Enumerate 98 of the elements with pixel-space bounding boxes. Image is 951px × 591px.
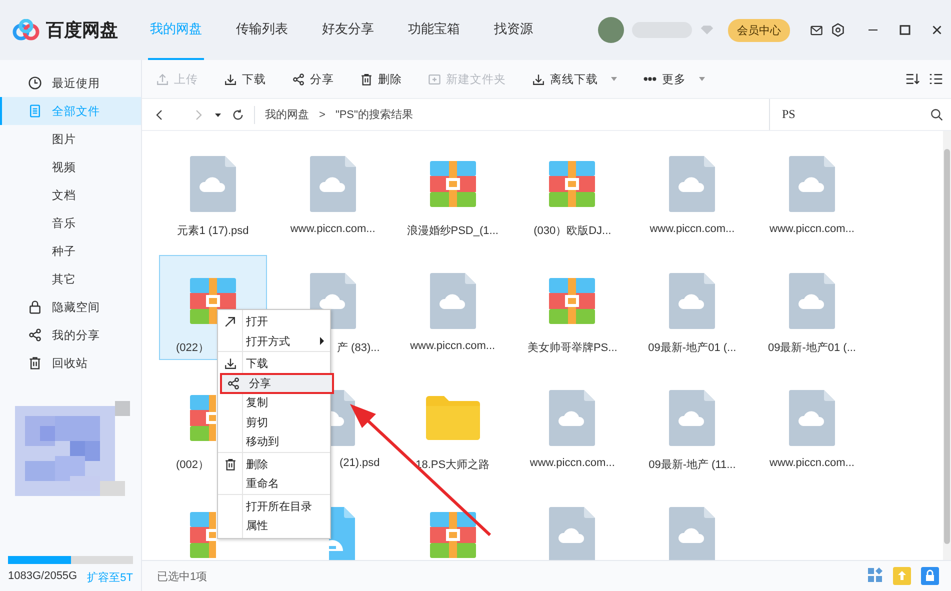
search-icon[interactable]: [930, 108, 943, 121]
menu-item[interactable]: 剪切: [218, 412, 330, 432]
grid-view-icon[interactable]: [867, 567, 883, 583]
cloud-file-icon: [669, 156, 716, 212]
arrow-icon: [223, 314, 237, 329]
toolbar-button[interactable]: 离线下载: [532, 72, 617, 86]
file-name[interactable]: 09最新-地产01 (...: [768, 340, 856, 355]
clock-icon: [28, 76, 42, 90]
menu-item[interactable]: 重命名: [218, 474, 330, 494]
menu-item[interactable]: 移动到: [218, 432, 330, 452]
menu-item[interactable]: 打开方式: [218, 332, 330, 352]
breadcrumb-item[interactable]: "PS"的搜索结果: [335, 107, 413, 122]
toolbar-button[interactable]: 分享: [292, 72, 334, 86]
cloud-file-icon: [310, 156, 356, 212]
archive-icon: [549, 278, 596, 324]
avatar[interactable]: [598, 17, 624, 43]
menu-item[interactable]: 属性: [218, 516, 330, 536]
cloud-file-icon: [190, 156, 236, 212]
download-icon: [224, 357, 236, 370]
file-name[interactable]: 09最新-地产 (11...: [648, 457, 736, 472]
sidebar-item[interactable]: 种子: [0, 237, 141, 265]
trash-icon: [28, 356, 42, 370]
sidebar-item[interactable]: 我的分享: [0, 321, 141, 349]
archive-icon: [430, 512, 476, 558]
upload-icon: [156, 72, 169, 86]
nav-tab[interactable]: 好友分享: [320, 0, 376, 60]
sidebar-item[interactable]: 其它: [0, 265, 141, 293]
vip-center-button[interactable]: 会员中心: [728, 18, 790, 42]
menu-item[interactable]: 复制: [218, 393, 330, 412]
cloud-file-icon: [669, 390, 716, 446]
sidebar-item[interactable]: 文档: [0, 181, 141, 209]
cloud-file-icon: [669, 273, 716, 329]
lock-icon: [28, 300, 42, 314]
file-name[interactable]: (022）: [160, 340, 210, 355]
nav-tab[interactable]: 找资源: [492, 0, 535, 60]
cloud-file-icon: [430, 273, 476, 329]
file-name[interactable]: www.piccn.com...: [770, 223, 854, 235]
trash-icon: [224, 458, 236, 471]
archive-icon: [430, 161, 476, 207]
file-name[interactable]: 美女帅哥举牌PS...: [527, 340, 618, 355]
folder-icon: [426, 396, 480, 440]
file-name[interactable]: 元素1 (17).psd: [177, 223, 249, 238]
file-name[interactable]: (002）: [160, 457, 210, 472]
breadcrumb-separator: >: [319, 108, 326, 120]
share-icon: [226, 376, 240, 390]
folder-plus-icon: [428, 72, 441, 86]
file-name[interactable]: www.piccn.com...: [410, 340, 496, 352]
cloud-file-icon: [788, 156, 835, 212]
file-name[interactable]: 09最新-地产01 (...: [648, 340, 736, 355]
sort-icon[interactable]: [905, 72, 920, 86]
cloud-file-icon: [788, 273, 835, 329]
archive-icon: [549, 161, 596, 207]
file-name[interactable]: 浪漫婚纱PSD_(1...: [406, 223, 498, 238]
file-name[interactable]: www.piccn.com...: [770, 457, 854, 469]
mail-icon[interactable]: [810, 24, 823, 36]
toolbar-button[interactable]: 删除: [360, 72, 402, 86]
storage-usage: 1083G/2055G: [8, 570, 78, 584]
file-name[interactable]: www.piccn.com...: [650, 223, 735, 235]
file-name[interactable]: (030）欧版DJ...: [534, 223, 612, 238]
download-icon: [532, 72, 545, 86]
sidebar-item[interactable]: 图片: [0, 125, 141, 153]
sidebar-item[interactable]: 音乐: [0, 209, 141, 237]
refresh-icon[interactable]: [232, 108, 244, 120]
sidebar-item[interactable]: 回收站: [0, 349, 141, 377]
app-logo-text: 百度网盘: [46, 19, 118, 42]
download-icon: [224, 72, 237, 86]
file-name[interactable]: 产 (83)...: [337, 340, 386, 355]
cloud-logo-icon: [12, 19, 40, 41]
breadcrumb-item[interactable]: 我的网盘: [265, 107, 309, 122]
toolbar-button[interactable]: 下载: [224, 72, 266, 86]
file-name[interactable]: (21).psd: [339, 457, 386, 469]
lock-icon[interactable]: [921, 567, 939, 585]
menu-item[interactable]: 打开: [218, 312, 330, 332]
share-icon: [292, 72, 305, 86]
menu-item[interactable]: 分享: [221, 374, 333, 393]
share-icon: [28, 328, 42, 342]
file-name[interactable]: www.piccn.com...: [290, 223, 376, 235]
nav-tab[interactable]: 功能宝箱: [406, 0, 462, 60]
maximize-icon[interactable]: [899, 24, 911, 36]
toolbar-button[interactable]: 更多: [643, 72, 705, 86]
settings-icon[interactable]: [831, 23, 845, 37]
cloud-file-icon: [549, 390, 596, 446]
selection-status: 已选中1项: [157, 570, 208, 584]
close-icon[interactable]: [931, 24, 943, 36]
sidebar-item[interactable]: 最近使用: [0, 69, 141, 97]
search-field[interactable]: PS: [780, 106, 930, 123]
list-view-icon[interactable]: [929, 72, 943, 86]
trash-icon: [360, 72, 373, 86]
sidebar-item[interactable]: 视频: [0, 153, 141, 181]
menu-item[interactable]: 下载: [218, 354, 330, 374]
document-icon: [28, 104, 42, 118]
caret-icon[interactable]: [214, 110, 222, 118]
file-name[interactable]: www.piccn.com...: [530, 457, 615, 469]
nav-tab[interactable]: 传输列表: [234, 0, 290, 60]
cloud-file-icon: [788, 390, 835, 446]
sidebar-item[interactable]: 隐藏空间: [0, 293, 141, 321]
menu-item[interactable]: 打开所在目录: [218, 496, 330, 516]
menu-item[interactable]: 删除: [218, 454, 330, 474]
